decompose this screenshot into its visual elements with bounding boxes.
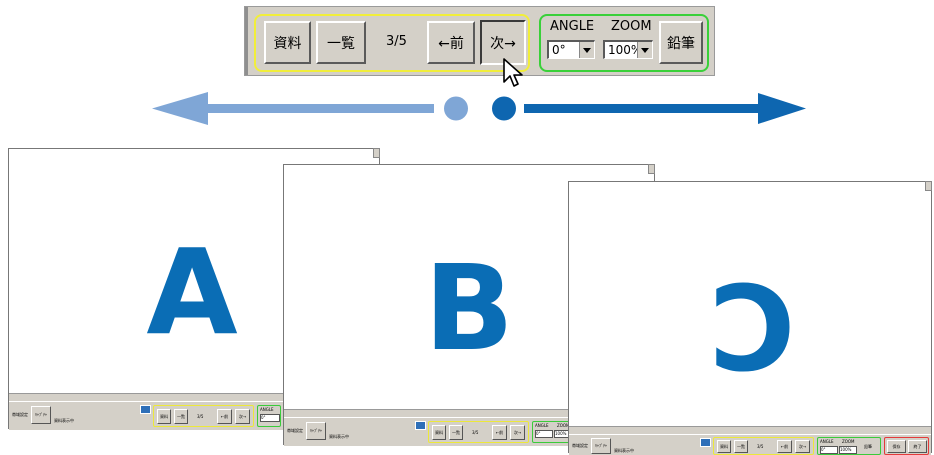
materials-button[interactable]: 資料	[264, 21, 311, 64]
previous-arrow-icon	[152, 92, 468, 125]
capture-button[interactable]: ｷｬﾌﾟﾁｬ	[31, 406, 51, 424]
angle-value: 0°	[552, 43, 566, 57]
doc-status: 資料表示中	[54, 418, 74, 423]
page-indicator: 3/5	[386, 34, 407, 49]
mini-navigation-group: 資料 一覧 3/5 ←前 次→	[428, 421, 529, 443]
navigation-group: 資料 一覧 3/5 ←前 次→	[254, 14, 530, 72]
status-label: 帯域設定	[287, 428, 303, 433]
chevron-down-icon[interactable]	[637, 42, 652, 58]
slide-letter: B	[424, 239, 514, 377]
angle-select[interactable]: 0°	[260, 414, 280, 422]
camera-icon[interactable]	[140, 405, 151, 414]
camera-icon[interactable]	[700, 438, 711, 447]
angle-label: ANGLE	[550, 19, 595, 34]
next-button[interactable]: 次→	[510, 425, 525, 440]
capture-button[interactable]: ｷｬﾌﾟﾁｬ	[306, 422, 326, 440]
list-button[interactable]: 一覧	[316, 21, 366, 64]
screen-c: C 帯域設定 ｷｬﾌﾟﾁｬ 資料表示中 資料 一覧 3/5 ←前 次→ ANGL…	[568, 181, 932, 455]
scrollbar-handle[interactable]	[648, 164, 655, 174]
doc-status: 資料表示中	[329, 434, 349, 439]
page-indicator: 3/5	[472, 430, 479, 435]
navigation-arrows	[152, 92, 806, 125]
next-button[interactable]: 次→	[795, 440, 810, 453]
prev-button[interactable]: ←前	[777, 440, 792, 453]
next-button[interactable]: 次→	[235, 409, 250, 424]
view-settings-group: ANGLE ZOOM 0° 100% 鉛筆	[539, 14, 709, 72]
list-button[interactable]: 一覧	[449, 425, 463, 440]
mini-view-group: ANGLE ZOOM 0° 100% 鉛筆	[817, 437, 881, 455]
chevron-down-icon[interactable]	[579, 42, 594, 58]
zoom-select[interactable]: 100%	[603, 40, 653, 59]
mini-view-group: ANGLE ZOOM 0° 100%	[532, 421, 572, 443]
status-label: 帯域設定	[572, 443, 588, 448]
capture-button[interactable]: ｷｬﾌﾟﾁｬ	[591, 438, 611, 454]
scrollbar-handle[interactable]	[373, 148, 380, 158]
angle-select[interactable]: 0°	[535, 430, 553, 438]
angle-label: ANGLE	[820, 439, 834, 444]
prev-button[interactable]: ←前	[217, 409, 232, 424]
page-indicator: 3/5	[197, 414, 204, 419]
mini-view-group: ANGLE 0°	[257, 405, 281, 427]
save-button[interactable]: 保存	[887, 440, 906, 453]
angle-select[interactable]: 0°	[820, 446, 838, 454]
materials-button[interactable]: 資料	[717, 440, 731, 453]
scrollbar-handle[interactable]	[925, 181, 932, 191]
status-label: 帯域設定	[12, 412, 28, 417]
zoom-label: ZOOM	[611, 19, 652, 34]
materials-button[interactable]: 資料	[432, 425, 446, 440]
slide-letter: C	[708, 256, 796, 394]
list-button[interactable]: 一覧	[174, 409, 188, 424]
angle-label: ANGLE	[535, 423, 549, 428]
prev-button[interactable]: ←前	[427, 21, 475, 64]
materials-button[interactable]: 資料	[157, 409, 171, 424]
end-button[interactable]: 終了	[908, 440, 927, 453]
page-indicator: 3/5	[757, 444, 764, 449]
angle-select[interactable]: 0°	[547, 40, 595, 59]
camera-icon[interactable]	[415, 421, 426, 430]
toolbar-edge	[245, 7, 248, 75]
doc-status: 資料表示中	[614, 448, 634, 453]
zoom-label: ZOOM	[842, 439, 855, 444]
slide-letter: A	[146, 223, 238, 361]
toolbar: 資料 一覧 3/5 ←前 次→ ANGLE ZOOM 0° 100% 鉛筆	[244, 6, 715, 87]
zoom-select[interactable]: 100%	[839, 446, 857, 454]
mini-file-group: 保存 終了	[884, 437, 929, 455]
next-arrow-icon	[492, 93, 806, 124]
list-button[interactable]: 一覧	[734, 440, 748, 453]
horizontal-scrollbar[interactable]	[569, 426, 931, 434]
angle-label: ANGLE	[260, 407, 274, 412]
status-bar: 帯域設定 ｷｬﾌﾟﾁｬ 資料表示中 資料 一覧 3/5 ←前 次→ ANGLE …	[569, 434, 931, 455]
mini-navigation-group: 資料 一覧 3/5 ←前 次→	[153, 405, 254, 427]
prev-button[interactable]: ←前	[492, 425, 507, 440]
mini-navigation-group: 資料 一覧 3/5 ←前 次→	[713, 437, 814, 455]
pencil-button[interactable]: 鉛筆	[659, 21, 703, 64]
pencil-button[interactable]: 鉛筆	[864, 444, 872, 450]
